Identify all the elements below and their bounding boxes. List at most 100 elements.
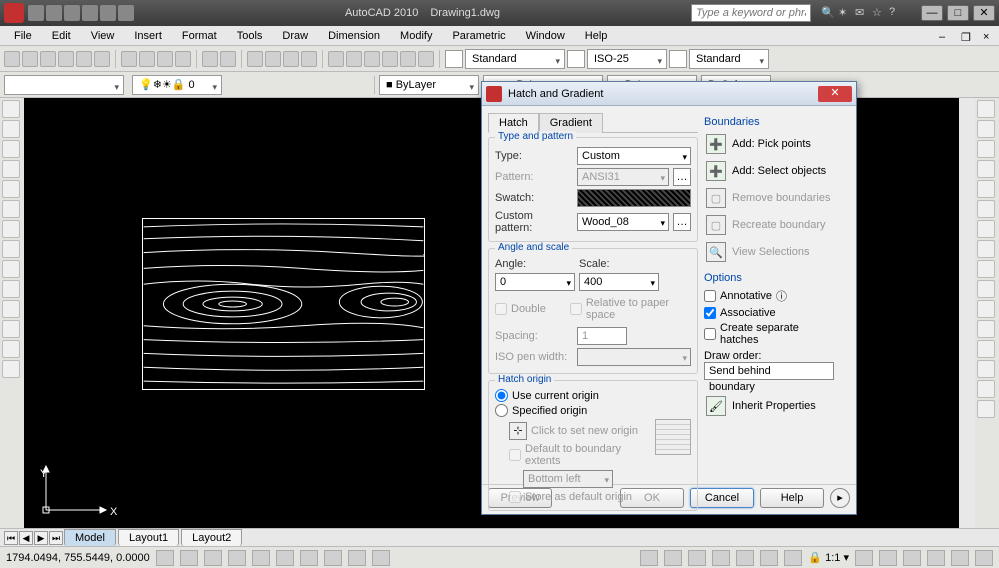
qat-redo-icon[interactable] bbox=[100, 5, 116, 21]
menu-edit[interactable]: Edit bbox=[44, 28, 79, 44]
qat-open-icon[interactable] bbox=[46, 5, 62, 21]
associative-checkbox[interactable]: Associative bbox=[704, 307, 834, 319]
zoom-previous-icon[interactable] bbox=[301, 51, 317, 67]
new-icon[interactable] bbox=[4, 51, 20, 67]
search-icon[interactable]: 🔍 bbox=[821, 6, 835, 20]
anno-scale[interactable]: 🔒 1:1 ▾ bbox=[808, 551, 849, 564]
menu-parametric[interactable]: Parametric bbox=[444, 28, 513, 44]
undo-icon[interactable] bbox=[202, 51, 218, 67]
rectangle-icon[interactable] bbox=[2, 160, 20, 178]
ortho-icon[interactable] bbox=[204, 550, 222, 566]
angle-dropdown[interactable]: 0 bbox=[495, 273, 575, 291]
lwt-icon[interactable] bbox=[348, 550, 366, 566]
pan-icon[interactable] bbox=[247, 51, 263, 67]
doc-close-button[interactable]: × bbox=[975, 29, 993, 43]
polar-icon[interactable] bbox=[228, 550, 246, 566]
help-search-input[interactable] bbox=[691, 4, 811, 22]
custom-pattern-dropdown[interactable]: Wood_08 bbox=[577, 213, 669, 231]
fillet-icon[interactable] bbox=[977, 380, 995, 398]
specified-origin-radio[interactable]: Specified origin bbox=[495, 404, 691, 417]
expand-button[interactable]: ▸ bbox=[830, 488, 850, 508]
point-icon[interactable] bbox=[2, 360, 20, 378]
grid-icon[interactable] bbox=[180, 550, 198, 566]
isolate-icon[interactable] bbox=[951, 550, 969, 566]
tab-layout1[interactable]: Layout1 bbox=[118, 529, 179, 546]
hardware-accel-icon[interactable] bbox=[927, 550, 945, 566]
plot-icon[interactable] bbox=[58, 51, 74, 67]
pattern-browse-button[interactable]: … bbox=[673, 168, 691, 186]
draw-order-dropdown[interactable]: Send behind boundary bbox=[704, 362, 834, 380]
cleanscreen-icon[interactable] bbox=[975, 550, 993, 566]
tablestyle-icon[interactable] bbox=[669, 50, 687, 68]
qat-print-icon[interactable] bbox=[118, 5, 134, 21]
workspace-icon[interactable] bbox=[879, 550, 897, 566]
menu-window[interactable]: Window bbox=[518, 28, 573, 44]
subscription-icon[interactable]: ✶ bbox=[838, 6, 852, 20]
open-icon[interactable] bbox=[22, 51, 38, 67]
mirror-icon[interactable] bbox=[977, 140, 995, 158]
match-icon[interactable] bbox=[175, 51, 191, 67]
pan2-icon[interactable] bbox=[712, 550, 730, 566]
layer-filter-dropdown[interactable] bbox=[4, 75, 124, 95]
gradient-icon[interactable] bbox=[2, 280, 20, 298]
color-dropdown[interactable]: ■ ByLayer bbox=[379, 75, 479, 95]
ellipse-icon[interactable] bbox=[2, 240, 20, 258]
menu-view[interactable]: View bbox=[83, 28, 123, 44]
hatch-icon[interactable] bbox=[2, 260, 20, 278]
maximize-button[interactable]: □ bbox=[947, 5, 969, 21]
help-icon[interactable]: ? bbox=[889, 6, 903, 20]
scale-icon[interactable] bbox=[977, 240, 995, 258]
properties-icon[interactable] bbox=[328, 51, 344, 67]
menu-file[interactable]: File bbox=[6, 28, 40, 44]
cancel-button[interactable]: Cancel bbox=[690, 488, 754, 508]
toolbar-lock-icon[interactable] bbox=[903, 550, 921, 566]
array-icon[interactable] bbox=[977, 180, 995, 198]
tab-first-icon[interactable]: ⏮ bbox=[4, 531, 18, 545]
pick-points-button[interactable]: ➕Add: Pick points bbox=[704, 132, 834, 156]
designcenter-icon[interactable] bbox=[346, 51, 362, 67]
menu-draw[interactable]: Draw bbox=[274, 28, 316, 44]
tab-gradient[interactable]: Gradient bbox=[539, 113, 603, 133]
tab-layout2[interactable]: Layout2 bbox=[181, 529, 242, 546]
dialog-title-bar[interactable]: Hatch and Gradient ✕ bbox=[482, 82, 856, 106]
inherit-properties-button[interactable]: 🖌Inherit Properties bbox=[704, 394, 834, 418]
copy-obj-icon[interactable] bbox=[977, 120, 995, 138]
favorite-icon[interactable]: ☆ bbox=[872, 6, 886, 20]
tab-model[interactable]: Model bbox=[64, 529, 116, 546]
menu-dimension[interactable]: Dimension bbox=[320, 28, 388, 44]
doc-minimize-button[interactable]: – bbox=[931, 29, 949, 43]
otrack-icon[interactable] bbox=[276, 550, 294, 566]
explode-icon[interactable] bbox=[977, 400, 995, 418]
app-logo-icon[interactable] bbox=[4, 3, 24, 23]
erase-icon[interactable] bbox=[977, 100, 995, 118]
custom-browse-button[interactable]: … bbox=[673, 213, 691, 231]
select-objects-button[interactable]: ➕Add: Select objects bbox=[704, 159, 834, 183]
dimstyle-icon[interactable] bbox=[567, 50, 585, 68]
mtext-icon[interactable] bbox=[2, 340, 20, 358]
quickview-layouts-icon[interactable] bbox=[664, 550, 682, 566]
tablestyle-dropdown[interactable]: Standard bbox=[689, 49, 769, 69]
save-icon[interactable] bbox=[40, 51, 56, 67]
spline-icon[interactable] bbox=[2, 220, 20, 238]
qat-new-icon[interactable] bbox=[28, 5, 44, 21]
break-icon[interactable] bbox=[977, 320, 995, 338]
qat-save-icon[interactable] bbox=[64, 5, 80, 21]
arc-icon[interactable] bbox=[2, 180, 20, 198]
redo-icon[interactable] bbox=[220, 51, 236, 67]
layer-dropdown[interactable]: 💡❄☀🔒 0 bbox=[132, 75, 222, 95]
textstyle-dropdown[interactable]: Standard bbox=[465, 49, 565, 69]
publish-icon[interactable] bbox=[94, 51, 110, 67]
menu-insert[interactable]: Insert bbox=[126, 28, 170, 44]
comm-icon[interactable]: ✉ bbox=[855, 6, 869, 20]
move-icon[interactable] bbox=[977, 200, 995, 218]
quickcalc-icon[interactable] bbox=[418, 51, 434, 67]
separate-hatches-checkbox[interactable]: Create separate hatches bbox=[704, 322, 834, 346]
preview-icon[interactable] bbox=[76, 51, 92, 67]
menu-modify[interactable]: Modify bbox=[392, 28, 440, 44]
line-icon[interactable] bbox=[2, 100, 20, 118]
stretch-icon[interactable] bbox=[977, 260, 995, 278]
textstyle-icon[interactable] bbox=[445, 50, 463, 68]
toolpalettes-icon[interactable] bbox=[364, 51, 380, 67]
menu-help[interactable]: Help bbox=[577, 28, 616, 44]
rotate-icon[interactable] bbox=[977, 220, 995, 238]
